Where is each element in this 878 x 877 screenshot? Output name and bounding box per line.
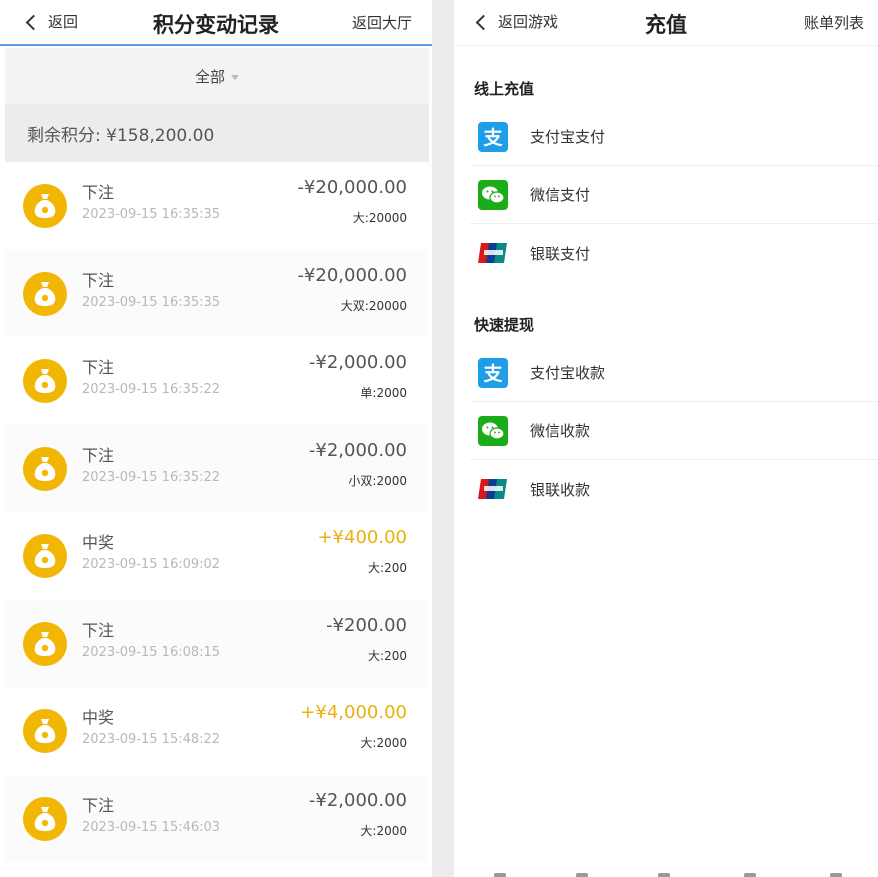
- money-bag-icon: [23, 534, 67, 578]
- payment-method-label: 银联收款: [530, 480, 591, 499]
- record-note: 单:2000: [360, 386, 407, 400]
- wechat-icon: [478, 415, 508, 446]
- filter-dropdown[interactable]: 全部: [5, 48, 429, 104]
- caret-down-icon: [231, 74, 239, 80]
- record-time: 2023-09-15 16:08:15: [82, 644, 221, 660]
- record-note: 大:2000: [360, 823, 407, 838]
- payment-method-label: 支付宝收款: [530, 364, 606, 382]
- nav-tab[interactable]: [576, 873, 588, 877]
- record-amount: +¥4,000.00: [300, 702, 407, 723]
- payment-method-item[interactable]: 支 支付宝支付: [470, 108, 878, 166]
- money-bag-icon: [23, 709, 67, 753]
- unionpay-icon: [478, 242, 508, 264]
- payment-method-label: 微信收款: [530, 422, 591, 440]
- right-header: 返回游戏 充值 账单列表: [454, 0, 878, 46]
- record-type: 中奖: [82, 533, 115, 552]
- money-bag-icon: [23, 184, 67, 228]
- alipay-icon: 支: [478, 121, 508, 152]
- payment-method-item[interactable]: 微信收款: [470, 402, 878, 460]
- nav-tab[interactable]: [830, 873, 842, 877]
- payment-method-item[interactable]: 微信支付: [470, 166, 878, 224]
- quick-withdraw-heading: 快速提现: [474, 316, 535, 334]
- record-type: 下注: [82, 183, 115, 202]
- record-amount: -¥2,000.00: [308, 439, 407, 461]
- record-amount: +¥400.00: [317, 527, 407, 548]
- points-history-panel: 返回 积分变动记录 返回大厅 全部 剩余积分: ¥158,200.00 下注 20…: [0, 0, 432, 877]
- bill-list-link[interactable]: 账单列表: [804, 12, 864, 33]
- record-time: 2023-09-15 16:35:35: [82, 207, 221, 222]
- nav-tab[interactable]: [744, 873, 756, 877]
- online-recharge-heading: 线上充值: [474, 80, 535, 98]
- wechat-icon: [478, 179, 508, 210]
- payment-method-label: 银联支付: [530, 244, 591, 263]
- record-type: 下注: [82, 358, 115, 377]
- record-row[interactable]: 中奖 2023-09-15 16:09:02 +¥400.00 大:200: [5, 512, 429, 599]
- record-row[interactable]: 中奖 2023-09-15 15:48:22 +¥4,000.00 大:2000: [5, 687, 429, 774]
- payment-method-label: 支付宝支付: [530, 128, 606, 146]
- payment-method-item[interactable]: 银联收款: [470, 460, 878, 518]
- record-time: 2023-09-15 16:35:35: [82, 294, 221, 310]
- payment-method-label: 微信支付: [530, 186, 591, 204]
- record-note: 大:2000: [360, 736, 407, 750]
- record-amount: -¥2,000.00: [308, 352, 407, 373]
- record-row[interactable]: 下注 2023-09-15 16:35:22 -¥2,000.00 小双:2000: [5, 424, 429, 512]
- record-time: 2023-09-15 16:35:22: [82, 382, 221, 397]
- payment-method-item[interactable]: 银联支付: [470, 224, 878, 282]
- record-row[interactable]: 下注 2023-09-15 16:35:22 -¥2,000.00 单:2000: [5, 337, 429, 424]
- money-bag-icon: [23, 621, 67, 666]
- record-time: 2023-09-15 16:09:02: [82, 557, 221, 572]
- record-type: 下注: [82, 795, 115, 815]
- unionpay-icon: [478, 478, 508, 500]
- record-type: 下注: [82, 445, 115, 465]
- record-amount: -¥200.00: [326, 614, 407, 636]
- record-row[interactable]: 下注 2023-09-15 15:46:03 -¥2,000.00 大:2000: [5, 774, 429, 862]
- record-type: 下注: [82, 620, 115, 640]
- return-lobby-link[interactable]: 返回大厅: [352, 12, 412, 33]
- alipay-icon: 支: [478, 357, 508, 388]
- money-bag-icon: [23, 446, 67, 491]
- record-time: 2023-09-15 15:48:22: [82, 732, 221, 747]
- filter-label: 全部: [194, 67, 225, 86]
- money-bag-icon: [23, 796, 67, 841]
- record-row[interactable]: 下注 2023-09-15 16:08:15 -¥200.00 大:200: [5, 599, 429, 687]
- panel-divider: [432, 0, 454, 877]
- record-type: 下注: [82, 270, 115, 290]
- money-bag-icon: [23, 271, 67, 316]
- record-time: 2023-09-15 15:46:03: [82, 819, 221, 835]
- record-amount: -¥20,000.00: [297, 264, 407, 286]
- record-type: 中奖: [82, 708, 115, 727]
- record-amount: -¥2,000.00: [308, 789, 407, 811]
- record-note: 大:200: [368, 561, 407, 575]
- record-row[interactable]: 下注 2023-09-15 16:35:35 -¥20,000.00 大:20000: [5, 162, 429, 249]
- nav-tab[interactable]: [494, 873, 506, 877]
- record-note: 大:200: [368, 648, 407, 663]
- record-amount: -¥20,000.00: [297, 177, 407, 198]
- balance-display: 剩余积分: ¥158,200.00: [5, 104, 429, 162]
- recharge-panel: 返回游戏 充值 账单列表 线上充值 支支付宝支付 微信支付 银联支付 快速提现 支支…: [454, 0, 878, 877]
- record-row[interactable]: 下注 2023-09-15 16:35:35 -¥20,000.00 大双:20000: [5, 249, 429, 337]
- record-note: 大:20000: [352, 211, 407, 225]
- money-bag-icon: [23, 359, 67, 403]
- record-note: 大双:20000: [340, 298, 407, 313]
- record-time: 2023-09-15 16:35:22: [82, 469, 221, 485]
- record-note: 小双:2000: [348, 473, 407, 488]
- payment-method-item[interactable]: 支 支付宝收款: [470, 344, 878, 402]
- left-header: 返回 积分变动记录 返回大厅: [0, 0, 432, 46]
- nav-tab[interactable]: [658, 873, 670, 877]
- bottom-nav-bar: [454, 869, 878, 877]
